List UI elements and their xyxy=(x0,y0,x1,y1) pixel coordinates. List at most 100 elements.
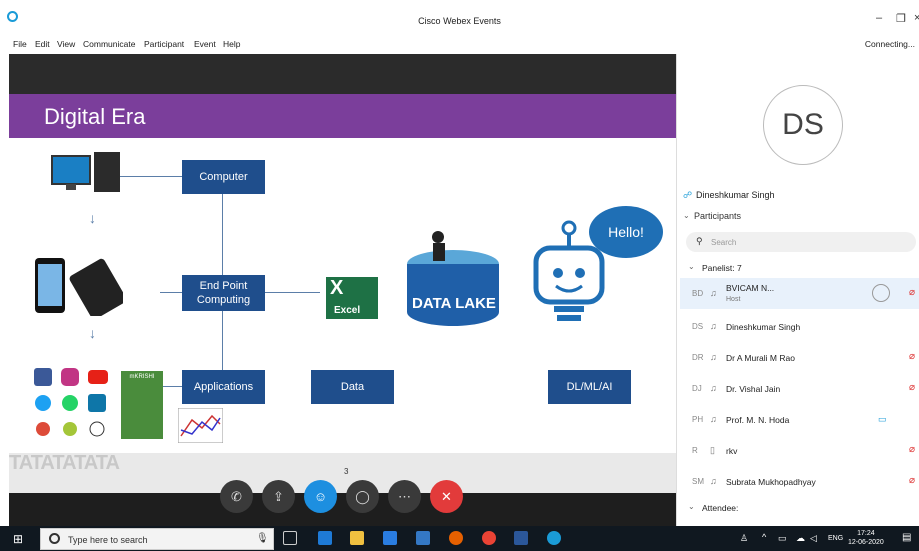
participant-initials: BD xyxy=(692,289,704,298)
menu-event[interactable]: Event xyxy=(194,39,216,49)
chevron-down-icon[interactable]: ⌄ xyxy=(688,502,695,511)
share-button[interactable]: ⇪ xyxy=(262,480,295,513)
desktop-computer-icon xyxy=(51,152,120,192)
tata-watermark: TATATATATA xyxy=(9,452,120,474)
phone-icon: ✆ xyxy=(231,488,242,504)
minimize-icon[interactable]: – xyxy=(876,12,882,24)
box-applications: Applications xyxy=(182,370,265,404)
network-icon[interactable]: ▭ xyxy=(778,533,787,544)
muted-mic-icon: ⌀ xyxy=(908,287,915,298)
social-media-icons xyxy=(34,368,108,437)
cloud-icon[interactable]: ☁ xyxy=(796,533,805,544)
more-icon: ⋯ xyxy=(398,488,411,504)
phone-button[interactable]: ✆ xyxy=(220,480,253,513)
connection-status: Connecting... xyxy=(864,39,915,49)
participant-row[interactable]: SM ♫ Subrata Mukhopadhyay ⌀ xyxy=(680,466,919,497)
chat-icon: ◯ xyxy=(355,488,370,504)
chrome-icon[interactable] xyxy=(482,531,496,545)
share-icon: ⇪ xyxy=(273,488,284,504)
attendee-header[interactable]: Attendee: xyxy=(702,503,738,513)
search-circle-icon xyxy=(49,533,60,544)
menu-participant[interactable]: Participant xyxy=(144,39,184,49)
participant-name: Dr A Murali M Rao xyxy=(726,353,795,363)
participants-button[interactable]: ☺ xyxy=(304,480,337,513)
restore-icon[interactable]: ❐ xyxy=(896,12,906,25)
box-endpoint-computing: End Point Computing xyxy=(182,275,265,311)
people-icon[interactable]: ♙ xyxy=(740,533,748,544)
volume-icon[interactable]: ◁ xyxy=(810,533,817,544)
language-indicator[interactable]: ENG xyxy=(828,535,843,542)
page-number: 3 xyxy=(344,467,349,476)
muted-mic-icon: ⌀ xyxy=(908,351,915,362)
file-explorer-icon[interactable] xyxy=(350,531,364,545)
muted-mic-icon: ⌀ xyxy=(908,475,915,486)
arrow-line xyxy=(265,292,320,293)
participants-header[interactable]: Participants xyxy=(694,211,741,221)
search-icon: ⚲ xyxy=(696,236,703,246)
participant-initials: DJ xyxy=(692,384,702,393)
mic-icon: ♫ xyxy=(710,352,717,362)
participant-initials: R xyxy=(692,446,698,455)
mail-icon[interactable] xyxy=(416,531,430,545)
webex-taskbar-icon[interactable] xyxy=(547,531,561,545)
participant-name: rkv xyxy=(726,446,738,456)
participant-initials: SM xyxy=(692,477,704,486)
clock[interactable]: 17:24 12-06-2020 xyxy=(848,529,884,547)
notification-icon[interactable]: ▤ xyxy=(902,532,911,543)
participant-name: Subrata Mukhopadhyay xyxy=(726,477,816,487)
chevron-down-icon[interactable]: ⌄ xyxy=(688,262,695,271)
participant-row[interactable]: DJ ♫ Dr. Vishal Jain ⌀ xyxy=(680,373,919,404)
slide-title: Digital Era xyxy=(44,104,146,129)
participant-name: Dr. Vishal Jain xyxy=(726,384,781,394)
datalake-label: DATA LAKE xyxy=(412,295,496,312)
leave-icon: ✕ xyxy=(441,488,452,504)
chevron-down-icon[interactable]: ⌄ xyxy=(683,211,690,220)
search-placeholder: Search xyxy=(711,238,737,247)
mkrishi-app-image: mKRISHI xyxy=(121,371,163,439)
menu-bar: File Edit View Communicate Participant E… xyxy=(0,34,919,54)
box-dl-ml-ai: DL/ML/AI xyxy=(548,370,631,404)
participant-row[interactable]: R ▯ rkv ⌀ xyxy=(680,435,919,466)
participant-role: Host xyxy=(726,296,741,303)
taskbar-search-text: Type here to search xyxy=(68,535,148,545)
mkrishi-label: mKRISHI xyxy=(129,374,155,380)
chevron-up-icon[interactable]: ^ xyxy=(762,532,766,542)
connector-line xyxy=(160,292,182,293)
close-icon[interactable]: × xyxy=(914,12,919,24)
panelists-header[interactable]: Panelist: 7 xyxy=(702,263,742,273)
participant-row[interactable]: BD ♫ BVICAM N... Host ⌀ xyxy=(680,278,919,309)
mic-icon: ♫ xyxy=(710,414,717,424)
participant-row[interactable]: PH ♫ Prof. M. N. Hoda ▭ xyxy=(680,404,919,435)
chat-button[interactable]: ◯ xyxy=(346,480,379,513)
menu-file[interactable]: File xyxy=(13,39,27,49)
connector-line xyxy=(120,176,182,177)
more-button[interactable]: ⋯ xyxy=(388,480,421,513)
participant-name: Prof. M. N. Hoda xyxy=(726,415,790,425)
leave-button[interactable]: ✕ xyxy=(430,480,463,513)
hello-speech-bubble: Hello! xyxy=(589,206,663,258)
task-view-icon[interactable] xyxy=(283,531,297,545)
box-computer: Computer xyxy=(182,160,265,194)
microphone-icon[interactable]: 🎙 xyxy=(256,533,269,544)
clock-time: 17:24 xyxy=(857,530,875,537)
menu-communicate[interactable]: Communicate xyxy=(83,39,135,49)
firefox-icon[interactable] xyxy=(449,531,463,545)
participant-row[interactable]: DS ♫ Dineshkumar Singh xyxy=(680,311,919,342)
avatar: DS xyxy=(763,85,843,165)
clock-date: 12-06-2020 xyxy=(848,539,884,546)
chat-icon[interactable] xyxy=(872,284,890,302)
down-arrow-icon: ↓ xyxy=(89,325,96,341)
participant-row[interactable]: DR ♫ Dr A Murali M Rao ⌀ xyxy=(680,342,919,373)
menu-help[interactable]: Help xyxy=(223,39,240,49)
windows-start-icon[interactable]: ⊞ xyxy=(13,532,23,546)
my-name: Dineshkumar Singh xyxy=(696,190,775,200)
store-icon[interactable] xyxy=(383,531,397,545)
word-icon[interactable] xyxy=(514,531,528,545)
participants-icon: ☺ xyxy=(313,489,328,504)
phone-icon: ▯ xyxy=(710,445,715,455)
window-title: Cisco Webex Events xyxy=(418,16,501,26)
participant-name: BVICAM N... xyxy=(726,283,775,293)
edge-icon[interactable] xyxy=(318,531,332,545)
menu-view[interactable]: View xyxy=(57,39,75,49)
menu-edit[interactable]: Edit xyxy=(35,39,50,49)
